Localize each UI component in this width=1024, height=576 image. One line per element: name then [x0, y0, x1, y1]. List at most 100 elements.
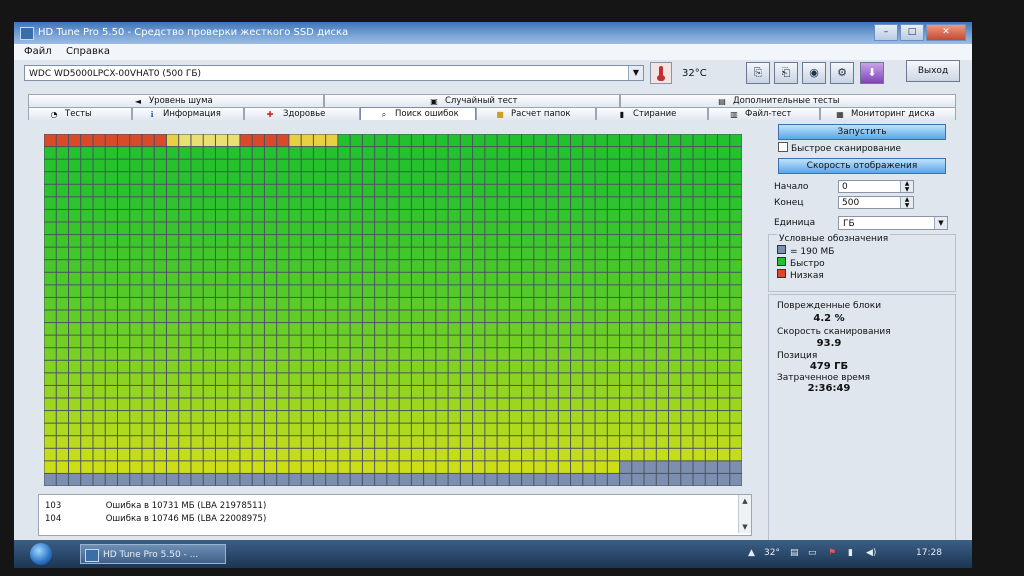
- tab-health[interactable]: ✚ Здоровье: [244, 107, 360, 120]
- scan-block: [179, 385, 191, 398]
- scroll-up-icon[interactable]: ▲: [739, 495, 751, 507]
- scan-block: [81, 197, 93, 209]
- chevron-down-icon[interactable]: ▼: [934, 217, 947, 229]
- scan-block: [583, 360, 595, 373]
- tab-disk-monitor[interactable]: ▦ Мониторинг диска: [820, 107, 956, 120]
- close-button[interactable]: ✕: [926, 24, 966, 41]
- save-button[interactable]: ⬇: [860, 62, 884, 84]
- scan-block: [362, 461, 375, 473]
- chevron-down-icon[interactable]: ▼: [628, 66, 643, 80]
- scan-block: [264, 423, 277, 436]
- scan-block: [326, 209, 338, 222]
- scan-block: [656, 423, 669, 436]
- scan-block: [81, 222, 93, 235]
- options-button[interactable]: ⚙: [830, 62, 854, 84]
- scan-block: [301, 398, 313, 411]
- scan-block: [571, 235, 583, 247]
- scan-block: [252, 436, 264, 448]
- battery-icon[interactable]: ▮: [848, 548, 853, 558]
- menu-file[interactable]: Файл: [24, 46, 52, 57]
- scan-block: [154, 297, 166, 310]
- scan-block: [522, 398, 534, 411]
- scan-block: [93, 348, 105, 360]
- quick-scan-checkbox[interactable]: Быстрое сканирование: [778, 142, 901, 154]
- scan-block: [583, 436, 595, 448]
- scan-block: [81, 473, 93, 486]
- tab-random[interactable]: ▣ Случайный тест: [324, 94, 620, 107]
- scan-block: [632, 385, 644, 398]
- flag-icon[interactable]: ⚑: [828, 548, 836, 558]
- log-scrollbar[interactable]: ▲ ▼: [738, 495, 751, 533]
- scan-block: [301, 159, 313, 172]
- scan-block: [681, 398, 693, 411]
- scan-block: [338, 159, 350, 172]
- tab-erase[interactable]: ▮ Стирание: [596, 107, 708, 120]
- scan-block: [497, 134, 509, 147]
- copy-text-button[interactable]: ⎗: [774, 62, 798, 84]
- start-button-orb[interactable]: [30, 543, 52, 565]
- start-button[interactable]: Запустить: [778, 124, 946, 140]
- scan-block: [142, 235, 154, 247]
- volume-icon[interactable]: ◀): [866, 548, 876, 558]
- scan-block: [179, 247, 191, 260]
- display-speed-button[interactable]: Скорость отображения: [778, 158, 946, 174]
- tab-noise[interactable]: ◄ Уровень шума: [28, 94, 324, 107]
- tab-file-test[interactable]: ▥ Файл-тест: [708, 107, 820, 120]
- spinner-icon[interactable]: ▲ ▼: [900, 181, 913, 192]
- minimize-button[interactable]: –: [874, 24, 898, 41]
- scan-block: [460, 285, 473, 297]
- tab-folder-usage[interactable]: ■ Расчет папок: [476, 107, 596, 120]
- network-icon[interactable]: ▤: [790, 548, 799, 558]
- exit-button[interactable]: Выход: [906, 60, 960, 82]
- block-grid: [44, 134, 742, 486]
- scan-block: [497, 335, 509, 348]
- scan-block: [399, 297, 411, 310]
- taskbar-item-hdtune[interactable]: HD Tune Pro 5.50 - ...: [80, 544, 226, 564]
- unit-select[interactable]: ГБ ▼: [838, 216, 948, 230]
- drive-select[interactable]: WDC WD5000LPCX-00VHAT0 (500 ГБ) ▼: [24, 65, 644, 81]
- scan-block: [473, 260, 485, 272]
- tray-arrow-icon[interactable]: ▲: [748, 548, 755, 558]
- scan-block: [497, 448, 509, 461]
- scan-block: [387, 159, 399, 172]
- tab-benchmark[interactable]: ◔ Тесты: [28, 107, 132, 120]
- monitor-tray-icon[interactable]: ▭: [808, 548, 817, 558]
- scan-block: [228, 197, 240, 209]
- scan-block: [56, 197, 68, 209]
- scan-block: [93, 423, 105, 436]
- scan-block: [620, 134, 632, 147]
- scroll-down-icon[interactable]: ▼: [739, 521, 751, 533]
- checkbox-icon[interactable]: [778, 142, 788, 152]
- scan-block: [546, 222, 558, 235]
- scan-block: [338, 285, 350, 297]
- menu-help[interactable]: Справка: [66, 46, 110, 57]
- scan-block: [215, 260, 228, 272]
- scan-block: [240, 272, 252, 285]
- scan-block: [607, 373, 620, 385]
- spinner-icon[interactable]: ▲ ▼: [900, 197, 913, 208]
- scan-block: [301, 147, 313, 159]
- scan-block: [705, 134, 718, 147]
- info-icon: ℹ: [150, 110, 154, 119]
- scan-block: [166, 235, 179, 247]
- scan-block: [497, 473, 509, 486]
- scan-block: [338, 423, 350, 436]
- error-log[interactable]: 103 Ошибка в 10731 МБ (LBA 21978511) 104…: [38, 494, 752, 536]
- start-input[interactable]: 0 ▲ ▼: [838, 180, 914, 193]
- tab-info[interactable]: ℹ Информация: [132, 107, 244, 120]
- clock[interactable]: 17:28: [916, 548, 942, 558]
- scan-block: [436, 373, 448, 385]
- scan-block: [485, 172, 497, 184]
- scan-block: [81, 448, 93, 461]
- tab-error-scan[interactable]: ⌕ Поиск ошибок: [360, 107, 476, 120]
- scan-block: [326, 297, 338, 310]
- scan-block: [289, 235, 301, 247]
- tray-temperature[interactable]: 32°: [764, 548, 780, 558]
- copy-info-button[interactable]: ⎘: [746, 62, 770, 84]
- end-input[interactable]: 500 ▲ ▼: [838, 196, 914, 209]
- maximize-button[interactable]: □: [900, 24, 924, 41]
- scan-block: [448, 335, 460, 348]
- screenshot-button[interactable]: ◉: [802, 62, 826, 84]
- scan-block: [693, 448, 705, 461]
- tab-extra-tests[interactable]: ▤ Дополнительные тесты: [620, 94, 956, 107]
